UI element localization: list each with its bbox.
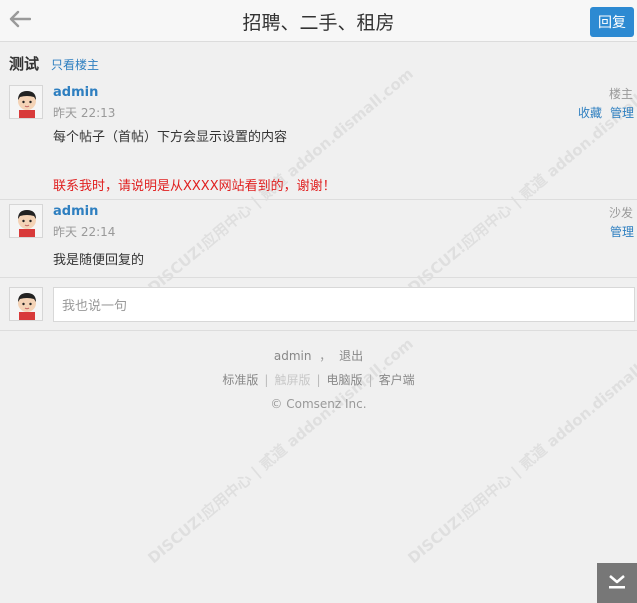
avatar-icon bbox=[9, 287, 43, 321]
post-actions: 收藏 管理 bbox=[578, 104, 634, 121]
scroll-to-bottom-icon bbox=[606, 570, 628, 596]
avatar-icon[interactable] bbox=[9, 204, 43, 238]
logout-link[interactable]: 退出 bbox=[339, 349, 363, 363]
quick-reply-bar: 我也说一句 bbox=[0, 279, 637, 331]
touch-version-link[interactable]: 触屏版 bbox=[274, 373, 310, 387]
post-item: admin 昨天 22:13 楼主 收藏 管理 每个帖子（首帖）下方会显示设置的… bbox=[0, 82, 637, 200]
favorite-link[interactable]: 收藏 bbox=[578, 104, 602, 121]
post-time: 昨天 22:14 bbox=[53, 225, 116, 239]
post-item: admin 昨天 22:14 沙发 管理 我是随便回复的 bbox=[0, 201, 637, 278]
copyright: © Comsenz Inc. bbox=[270, 397, 367, 411]
floor-label: 楼主 bbox=[608, 87, 633, 101]
client-version-link[interactable]: 客户端 bbox=[379, 373, 415, 387]
avatar-icon[interactable] bbox=[9, 85, 43, 119]
post-content: 每个帖子（首帖）下方会显示设置的内容 bbox=[53, 130, 288, 145]
page-title: 招聘、二手、租房 bbox=[242, 12, 395, 34]
standard-version-link[interactable]: 标准版 bbox=[222, 373, 258, 387]
floor-label: 沙发 bbox=[608, 206, 633, 220]
quick-reply-input[interactable]: 我也说一句 bbox=[53, 287, 635, 322]
footer-username-link[interactable]: admin bbox=[274, 349, 312, 363]
post-notice: 联系我时，请说明是从XXXX网站看到的，谢谢！ bbox=[53, 179, 336, 194]
reply-button[interactable]: 回复 bbox=[590, 7, 634, 37]
scroll-to-bottom-button[interactable] bbox=[597, 563, 637, 603]
post-author[interactable]: admin bbox=[53, 204, 98, 219]
footer: admin ， 退出 标准版 | 触屏版 | 电脑版 | 客户端 © Comsenz Inc… bbox=[0, 344, 637, 416]
post-time: 昨天 22:13 bbox=[53, 106, 116, 120]
top-bar: 招聘、二手、租房 回复 bbox=[0, 0, 637, 42]
manage-link[interactable]: 管理 bbox=[610, 104, 634, 121]
desktop-version-link[interactable]: 电脑版 bbox=[327, 373, 363, 387]
thread-title: 测试 bbox=[9, 55, 40, 73]
post-content: 我是随便回复的 bbox=[53, 253, 145, 268]
footer-version-links: 标准版 | 触屏版 | 电脑版 | 客户端 bbox=[222, 373, 415, 387]
post-actions: 管理 bbox=[610, 223, 634, 240]
only-author-link[interactable]: 只看楼主 bbox=[51, 56, 99, 73]
footer-comma: ， bbox=[319, 349, 332, 363]
post-author[interactable]: admin bbox=[53, 85, 98, 100]
thread-header: 测试 只看楼主 bbox=[9, 53, 99, 75]
manage-link[interactable]: 管理 bbox=[610, 223, 634, 240]
footer-user-row: admin ， 退出 bbox=[0, 344, 637, 368]
